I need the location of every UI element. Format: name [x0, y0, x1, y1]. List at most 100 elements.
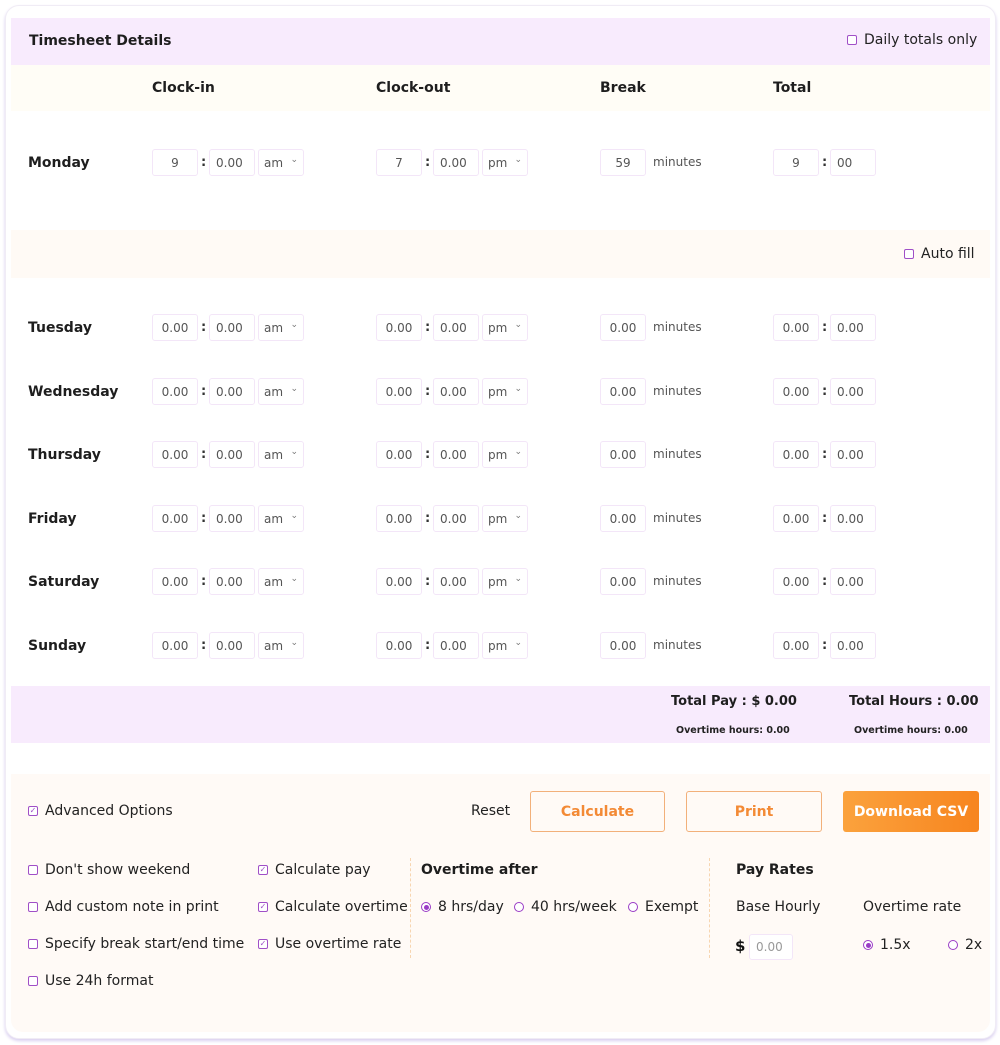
checkbox-checked-icon: ✓: [258, 902, 268, 912]
overtime-after-title: Overtime after: [421, 862, 538, 878]
clock-out-ampm-select[interactable]: pm ⌄: [482, 149, 528, 176]
clock-out-hour-input[interactable]: 0.00: [376, 505, 422, 532]
calculate-pay-checkbox[interactable]: ✓ Calculate pay: [258, 862, 371, 878]
clock-in-hour-input[interactable]: 0.00: [152, 441, 198, 468]
clock-in-minute-input[interactable]: 0.00: [209, 568, 255, 595]
total-hours-input[interactable]: 0.00: [773, 378, 819, 405]
calculate-overtime-checkbox[interactable]: ✓ Calculate overtime: [258, 899, 408, 915]
don-t-show-weekend-checkbox[interactable]: Don't show weekend: [28, 862, 190, 878]
clock-out-ampm-select[interactable]: pm ⌄: [482, 441, 528, 468]
overtime-after-exempt-radio[interactable]: Exempt: [628, 899, 698, 915]
day-name: Saturday: [28, 574, 100, 590]
clock-in-hour-input[interactable]: 0.00: [152, 632, 198, 659]
clock-out-ampm-select[interactable]: pm ⌄: [482, 568, 528, 595]
clock-in-minute-input[interactable]: 0.00: [209, 505, 255, 532]
daily-totals-label: Daily totals only: [864, 32, 978, 48]
clock-in-hour-input[interactable]: 9: [152, 149, 198, 176]
download-csv-button[interactable]: Download CSV: [843, 791, 979, 832]
option-label: 2x: [965, 937, 983, 953]
autofill-label: Auto fill: [921, 246, 975, 262]
autofill-checkbox[interactable]: Auto fill: [904, 246, 975, 262]
clock-out-minute-input[interactable]: 0.00: [433, 568, 479, 595]
day-name: Monday: [28, 155, 90, 171]
break-minutes-input[interactable]: 0.00: [600, 568, 646, 595]
total-minutes-input[interactable]: 0.00: [830, 505, 876, 532]
clock-out-minute-input[interactable]: 0.00: [433, 314, 479, 341]
clock-in-ampm-select[interactable]: am ⌄: [258, 441, 304, 468]
clock-in-minute-input[interactable]: 0.00: [209, 632, 255, 659]
break-minutes-input[interactable]: 0.00: [600, 314, 646, 341]
overtime-after-40-hrs-week-radio[interactable]: 40 hrs/week: [514, 899, 617, 915]
clock-out-hour-input[interactable]: 0.00: [376, 378, 422, 405]
clock-out-minute-input[interactable]: 0.00: [433, 505, 479, 532]
clock-in-ampm-select[interactable]: am ⌄: [258, 314, 304, 341]
day-row-saturday: Saturday 0.00 : 0.00 am ⌄ 0.00 : 0.00 pm ⌄…: [11, 568, 990, 596]
overtime-after-8-hrs-day-radio[interactable]: 8 hrs/day: [421, 899, 504, 915]
clock-in-minute-input[interactable]: 0.00: [209, 441, 255, 468]
clock-out-ampm-select[interactable]: pm ⌄: [482, 505, 528, 532]
checkbox-checked-icon: ✓: [258, 939, 268, 949]
clock-in-ampm-select[interactable]: am ⌄: [258, 632, 304, 659]
total-minutes-input[interactable]: 0.00: [830, 441, 876, 468]
total-hours-input[interactable]: 0.00: [773, 632, 819, 659]
clock-in-hour-input[interactable]: 0.00: [152, 314, 198, 341]
clock-in-ampm-select[interactable]: am ⌄: [258, 505, 304, 532]
clock-in-hour-input[interactable]: 0.00: [152, 505, 198, 532]
clock-out-hour-input[interactable]: 0.00: [376, 441, 422, 468]
ampm-value: pm: [488, 638, 508, 653]
break-minutes-input[interactable]: 0.00: [600, 505, 646, 532]
time-separator: :: [822, 511, 828, 526]
break-minutes-input[interactable]: 0.00: [600, 378, 646, 405]
advanced-options-checkbox[interactable]: ✓ Advanced Options: [28, 803, 173, 819]
total-minutes-input[interactable]: 0.00: [830, 632, 876, 659]
clock-out-minute-input[interactable]: 0.00: [433, 441, 479, 468]
use-overtime-rate-checkbox[interactable]: ✓ Use overtime rate: [258, 936, 401, 952]
base-hourly-input[interactable]: 0.00: [749, 934, 793, 960]
use-24h-format-checkbox[interactable]: Use 24h format: [28, 973, 153, 989]
overtime-rate-1-5x-radio[interactable]: 1.5x: [863, 937, 911, 953]
checkbox-icon: [28, 865, 38, 875]
clock-in-ampm-select[interactable]: am ⌄: [258, 149, 304, 176]
total-minutes-input[interactable]: 00: [830, 149, 876, 176]
clock-out-hour-input[interactable]: 0.00: [376, 568, 422, 595]
add-custom-note-in-print-checkbox[interactable]: Add custom note in print: [28, 899, 219, 915]
clock-in-minute-input[interactable]: 0.00: [209, 314, 255, 341]
specify-break-start-end-time-checkbox[interactable]: Specify break start/end time: [28, 936, 244, 952]
break-minutes-input[interactable]: 0.00: [600, 632, 646, 659]
clock-out-ampm-select[interactable]: pm ⌄: [482, 378, 528, 405]
print-button[interactable]: Print: [686, 791, 822, 832]
clock-out-ampm-select[interactable]: pm ⌄: [482, 314, 528, 341]
clock-out-hour-input[interactable]: 7: [376, 149, 422, 176]
calculate-button[interactable]: Calculate: [530, 791, 665, 832]
time-separator: :: [822, 155, 828, 170]
total-hours-input[interactable]: 0.00: [773, 568, 819, 595]
clock-in-hour-input[interactable]: 0.00: [152, 568, 198, 595]
clock-in-hour-input[interactable]: 0.00: [152, 378, 198, 405]
clock-out-ampm-select[interactable]: pm ⌄: [482, 632, 528, 659]
break-minutes-input[interactable]: 59: [600, 149, 646, 176]
column-total: Total: [773, 80, 812, 96]
reset-button[interactable]: Reset: [471, 803, 510, 819]
clock-in-ampm-select[interactable]: am ⌄: [258, 568, 304, 595]
clock-out-minute-input[interactable]: 0.00: [433, 632, 479, 659]
clock-in-ampm-select[interactable]: am ⌄: [258, 378, 304, 405]
total-minutes-input[interactable]: 0.00: [830, 378, 876, 405]
clock-out-hour-input[interactable]: 0.00: [376, 314, 422, 341]
total-hours-input[interactable]: 0.00: [773, 505, 819, 532]
clock-out-minute-input[interactable]: 0.00: [433, 378, 479, 405]
time-separator: :: [425, 155, 431, 170]
daily-totals-checkbox[interactable]: Daily totals only: [847, 32, 977, 48]
total-hours-input[interactable]: 0.00: [773, 314, 819, 341]
break-minutes-input[interactable]: 0.00: [600, 441, 646, 468]
total-minutes-input[interactable]: 0.00: [830, 568, 876, 595]
overtime-rate-2x-radio[interactable]: 2x: [948, 937, 982, 953]
clock-out-minute-input[interactable]: 0.00: [433, 149, 479, 176]
clock-in-minute-input[interactable]: 0.00: [209, 378, 255, 405]
total-minutes-input[interactable]: 0.00: [830, 314, 876, 341]
total-hours-input[interactable]: 9: [773, 149, 819, 176]
clock-out-hour-input[interactable]: 0.00: [376, 632, 422, 659]
total-hours-input[interactable]: 0.00: [773, 441, 819, 468]
chevron-down-icon: ⌄: [514, 574, 522, 584]
option-label: Use overtime rate: [275, 936, 402, 952]
clock-in-minute-input[interactable]: 0.00: [209, 149, 255, 176]
